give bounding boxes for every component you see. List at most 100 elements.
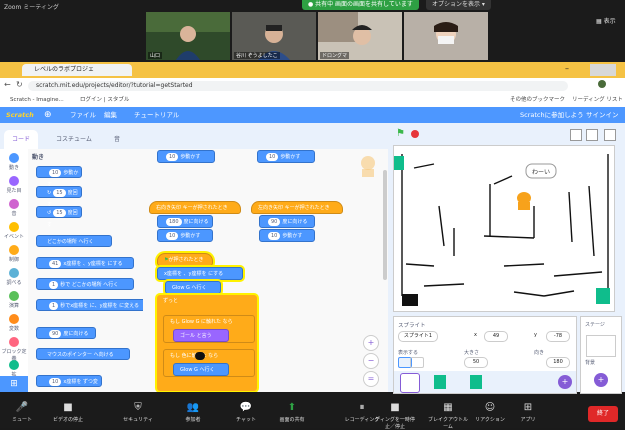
sprite-name-input[interactable]: スプライト1 xyxy=(398,331,438,342)
reload-icon[interactable]: ↻ xyxy=(16,80,23,89)
event-hat-right-arrow[interactable]: 右向き矢印 キーが押されたとき xyxy=(149,201,241,214)
block-input[interactable]: 10 xyxy=(266,153,279,161)
block-input[interactable]: 15 xyxy=(53,209,66,217)
palette-block-point-direction[interactable]: 90 度に向ける xyxy=(36,327,96,339)
block-input[interactable]: 15 xyxy=(53,189,66,197)
size-input[interactable]: 50 xyxy=(464,357,488,368)
small-stage-button[interactable] xyxy=(570,129,582,141)
palette-block-goto-xy[interactable]: 41 x座標を 、y座標を にする xyxy=(36,257,134,269)
palette-block-turn-left[interactable]: ↺ 15 度回す xyxy=(36,206,82,228)
sprite-thumbnail[interactable] xyxy=(470,375,482,389)
toolbar-chat-button[interactable]: 💬 チャット xyxy=(226,402,266,423)
minimize-icon[interactable]: – xyxy=(565,64,569,73)
category-operators[interactable]: 演算 xyxy=(0,291,28,309)
menu-file[interactable]: ファイル xyxy=(70,107,96,123)
share-banner[interactable]: ● 共有中 画面の画面を共有しています xyxy=(302,0,419,10)
add-backdrop-button[interactable]: + xyxy=(594,373,608,387)
block-goto-sprite[interactable]: Glow G へ行く xyxy=(173,363,229,376)
toolbar-microphone-button[interactable]: 🎤 ミュート xyxy=(2,402,42,423)
block-input[interactable]: 90 xyxy=(49,330,62,338)
bookmark-item[interactable]: Scratch - Imagine... xyxy=(10,94,64,107)
add-extension-button[interactable]: ⊞ xyxy=(0,376,28,392)
palette-block-goto[interactable]: どこかの場所 へ行く xyxy=(36,235,112,247)
fullscreen-button[interactable] xyxy=(604,129,616,141)
bookmark-item[interactable]: ログイン | スタブル xyxy=(80,94,129,107)
block-move[interactable]: 10 歩動かす xyxy=(257,150,315,163)
globe-icon[interactable]: ⊕ xyxy=(44,107,52,123)
reading-list[interactable]: リーディング リスト xyxy=(572,94,623,107)
toolbar-participants-button[interactable]: 👥 参加者 xyxy=(173,402,213,423)
browser-tab[interactable]: レベルのラボプロジェ xyxy=(22,64,132,76)
participant-tile[interactable]: 山口 xyxy=(146,12,230,60)
back-icon[interactable]: ← xyxy=(4,80,11,89)
category-control[interactable]: 制御 xyxy=(0,245,28,263)
palette-block-change-x[interactable]: 10x座標を ずつ変える xyxy=(36,375,102,392)
block-input[interactable]: 1 xyxy=(49,281,59,289)
toolbar-shield-button[interactable]: ⛨ セキュリティ xyxy=(118,402,158,423)
toolbar-video-camera-button[interactable]: ■ ビデオの停止 xyxy=(48,402,88,423)
toolbar-stop-button[interactable]: ■ ディングを一時停止／停止 xyxy=(375,402,415,430)
block-move[interactable]: 10 歩動かす xyxy=(259,229,315,242)
block-move[interactable]: 10 歩動かす xyxy=(157,150,215,163)
scratch-logo[interactable]: Scratch xyxy=(6,107,34,123)
join-scratch-link[interactable]: Scratchに参加しよう xyxy=(520,107,584,123)
signin-link[interactable]: サインイン xyxy=(586,107,619,123)
block-point-direction[interactable]: 180 度に向ける xyxy=(157,215,213,228)
toolbar-reaction-button[interactable]: ☺ リアクション xyxy=(470,402,510,423)
profile-avatar[interactable] xyxy=(598,80,606,88)
large-stage-button[interactable] xyxy=(586,129,598,141)
category-sensing[interactable]: 調べる xyxy=(0,268,28,286)
bookmark-other[interactable]: その他のブックマーク xyxy=(510,94,565,107)
zoom-out-button[interactable]: − xyxy=(363,353,379,369)
event-hat-flag-clicked[interactable]: ⚑が押されたとき xyxy=(157,253,213,266)
tab-sounds[interactable]: 音 xyxy=(106,130,128,149)
block-input[interactable]: 10 xyxy=(49,378,62,386)
view-button[interactable]: ▦ 表示 xyxy=(596,16,616,25)
palette-block-glide[interactable]: 1 秒で どこかの場所 へ行く xyxy=(36,278,134,290)
stage-thumbnail[interactable] xyxy=(586,335,616,357)
category-looks[interactable]: 見た目 xyxy=(0,176,28,194)
palette-block-glide-xy[interactable]: 1 秒でx座標を に、y座標を に変える xyxy=(36,299,143,311)
toolbar-share-screen-button[interactable]: ⬆ 画面の共有 xyxy=(272,402,312,423)
toolbar-breakout-rooms-button[interactable]: ▦ ブレイクアウトルーム xyxy=(428,402,468,430)
block-input[interactable]: 10 xyxy=(166,232,179,240)
tab-costumes[interactable]: コスチューム xyxy=(48,130,100,149)
sprite-thumbnail[interactable] xyxy=(434,375,446,389)
category-motion[interactable]: 動き xyxy=(0,153,28,171)
block-say[interactable]: ゴール と言う xyxy=(173,329,229,342)
toolbar-apps-button[interactable]: ⊞ アプリ xyxy=(508,402,548,423)
block-input[interactable]: 1 xyxy=(49,302,59,310)
block-goto-xy[interactable]: x座標を 、y座標を にする xyxy=(157,267,243,280)
block-input[interactable]: 180 xyxy=(166,218,182,226)
event-hat-left-arrow[interactable]: 左向き矢印 キーが押されたとき xyxy=(251,201,343,214)
color-swatch[interactable] xyxy=(195,352,205,360)
category-variables[interactable]: 変数 xyxy=(0,314,28,332)
stage-canvas[interactable]: わーい xyxy=(393,145,615,312)
stop-button[interactable] xyxy=(411,130,419,138)
block-input[interactable]: 41 xyxy=(49,260,62,268)
category-sound[interactable]: 音 xyxy=(0,199,28,217)
add-sprite-button[interactable]: + xyxy=(558,375,572,389)
y-input[interactable]: -78 xyxy=(546,331,570,342)
participant-tile[interactable]: 谷川 ぞうよしたこ xyxy=(232,12,316,60)
block-goto-sprite[interactable]: Glow G へ行く xyxy=(165,281,221,294)
menu-edit[interactable]: 編集 xyxy=(104,107,117,123)
block-input[interactable]: 90 xyxy=(268,218,281,226)
x-input[interactable]: 49 xyxy=(484,331,508,342)
url-field[interactable]: scratch.mit.edu/projects/editor/?tutoria… xyxy=(28,81,568,91)
zoom-reset-button[interactable]: = xyxy=(363,371,379,387)
restore-icon[interactable] xyxy=(590,64,616,76)
block-input[interactable]: 10 xyxy=(268,232,281,240)
participant-tile[interactable] xyxy=(404,12,488,60)
menu-tutorials[interactable]: チュートリアル xyxy=(134,107,179,123)
participant-tile[interactable]: ドロングマ xyxy=(318,12,402,60)
direction-input[interactable]: 180 xyxy=(546,357,570,368)
category-events[interactable]: イベント xyxy=(0,222,28,240)
hide-toggle[interactable] xyxy=(410,357,424,368)
category-my-blocks[interactable]: ブロック定義 xyxy=(0,337,28,362)
green-flag-button[interactable]: ⚑ xyxy=(396,128,405,139)
block-move[interactable]: 10 歩動かす xyxy=(157,229,213,242)
script-scrollbar[interactable] xyxy=(383,170,387,280)
palette-block-turn-right[interactable]: ↻ 15 度回す xyxy=(36,186,82,208)
block-input[interactable]: 10 xyxy=(49,169,62,177)
